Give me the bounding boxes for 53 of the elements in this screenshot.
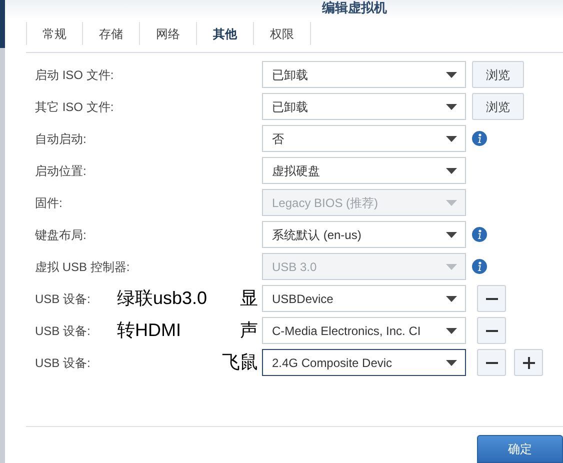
tab[interactable]: 其他 — [197, 22, 254, 45]
browse-button[interactable]: 浏览 — [472, 61, 524, 88]
remove-button[interactable] — [477, 317, 506, 344]
dropdown-caret-icon — [446, 200, 457, 206]
info-icon — [472, 227, 487, 242]
dropdown-caret-icon — [446, 360, 457, 366]
plus-icon — [522, 356, 534, 368]
info-icon — [472, 259, 487, 274]
dropdown[interactable]: USBDevice — [262, 285, 466, 312]
annotation-text: 显 — [240, 287, 258, 310]
remove-button[interactable] — [477, 349, 506, 376]
annotation-text: 绿联usb3.0 — [117, 287, 208, 310]
annotation-text: 转HDMI — [117, 319, 181, 342]
field-label: USB 设备: — [35, 354, 92, 372]
minus-icon — [486, 362, 498, 364]
field-label: 固件: — [35, 194, 64, 212]
field-label: 启动位置: — [35, 162, 88, 180]
info-icon — [472, 131, 487, 146]
tab[interactable]: 存储 — [83, 22, 140, 45]
dropdown[interactable]: 否 — [262, 125, 466, 152]
field-label: 其它 ISO 文件: — [35, 98, 115, 116]
remove-button[interactable] — [477, 285, 506, 312]
dropdown-caret-icon — [446, 264, 457, 270]
dropdown-caret-icon — [446, 72, 457, 78]
ok-button[interactable]: 确定 — [477, 435, 563, 463]
tab[interactable]: 网络 — [140, 22, 197, 45]
tab[interactable]: 常规 — [26, 22, 83, 45]
field-label: USB 设备: — [35, 322, 92, 340]
field-label: 虚拟 USB 控制器: — [35, 258, 130, 276]
annotation-text: 声 — [240, 319, 258, 342]
dropdown[interactable]: 虚拟硬盘 — [262, 157, 466, 184]
minus-icon — [486, 330, 498, 332]
field-label: 自动启动: — [35, 130, 88, 148]
dropdown[interactable]: 2.4G Composite Devic — [262, 349, 466, 376]
add-button[interactable] — [514, 349, 543, 376]
dropdown-caret-icon — [446, 104, 457, 110]
dropdown-caret-icon — [446, 168, 457, 174]
minus-icon — [486, 298, 498, 300]
field-label: 键盘布局: — [35, 226, 88, 244]
dropdown[interactable]: 已卸载 — [262, 93, 466, 120]
field-label: USB 设备: — [35, 290, 92, 308]
dropdown[interactable]: C-Media Electronics, Inc. CI — [262, 317, 466, 344]
dropdown-caret-icon — [446, 328, 457, 334]
dropdown-caret-icon — [446, 232, 457, 238]
annotation-text: 飞鼠 — [222, 351, 258, 374]
browse-button[interactable]: 浏览 — [472, 93, 524, 120]
tab[interactable]: 权限 — [254, 22, 311, 45]
dropdown[interactable]: 系统默认 (en-us) — [262, 221, 466, 248]
window-title: 编辑虚拟机 — [322, 0, 387, 16]
dropdown-caret-icon — [446, 136, 457, 142]
dropdown-caret-icon — [446, 296, 457, 302]
field-label: 启动 ISO 文件: — [35, 66, 115, 84]
dropdown[interactable]: 已卸载 — [262, 61, 466, 88]
